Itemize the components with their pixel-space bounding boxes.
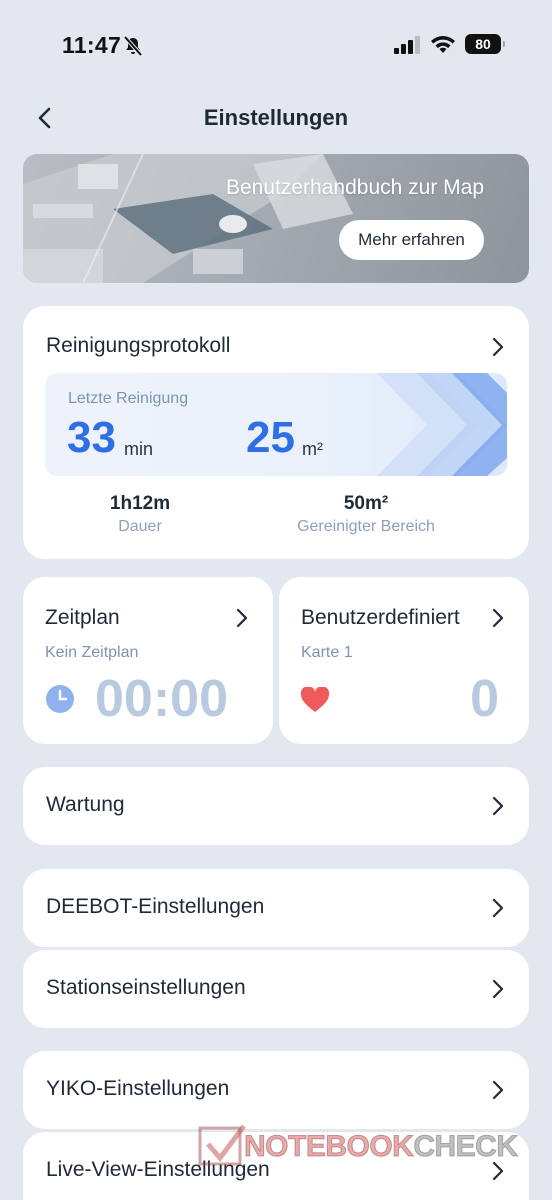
total-duration-label: Dauer (118, 518, 162, 535)
learn-more-button[interactable]: Mehr erfahren (339, 220, 484, 260)
schedule-time: 00:00 (95, 670, 228, 728)
menu-item-label: YIKO-Einstellungen (46, 1077, 230, 1100)
menu-item-label: Wartung (46, 793, 125, 816)
cellular-signal-icon (394, 36, 422, 59)
last-area-unit: m² (302, 439, 323, 459)
menu-item-station-settings[interactable]: Stationseinstellungen (23, 950, 529, 1028)
chevron-right-icon (492, 796, 504, 816)
menu-item-label: Stationseinstellungen (46, 976, 246, 999)
custom-map-label: Karte 1 (301, 644, 353, 661)
status-time: 11:47 (62, 32, 122, 58)
favorites-count: 0 (470, 670, 499, 728)
total-duration-value: 1h12m (109, 493, 171, 514)
last-duration-unit: min (124, 439, 154, 459)
nav-bar: Einstellungen (0, 95, 552, 143)
cleaning-log-card[interactable]: Reinigungsprotokoll Letzte Reinigung 33 … (23, 306, 529, 559)
menu-item-deebot-settings[interactable]: DEEBOT-Einstellungen (23, 869, 529, 947)
page-title: Einstellungen (203, 105, 349, 130)
chevron-right-icon (492, 337, 504, 357)
last-duration-value: 33 (67, 413, 116, 462)
menu-item-maintenance[interactable]: Wartung (23, 767, 529, 845)
chevron-right-icon (492, 608, 504, 628)
schedule-title: Zeitplan (45, 606, 120, 629)
menu-item-label: DEEBOT-Einstellungen (46, 895, 265, 918)
chevron-right-icon (236, 608, 248, 628)
chevron-right-icon (492, 979, 504, 999)
last-cleaning-panel: Letzte Reinigung 33 min 25 m² (45, 373, 507, 476)
custom-title: Benutzerdefiniert (301, 606, 460, 629)
map-guide-banner[interactable]: Benutzerhandbuch zur Map Mehr erfahren (23, 154, 529, 283)
schedule-card[interactable]: Zeitplan Kein Zeitplan 00:00 (23, 577, 273, 744)
heart-icon (300, 686, 330, 718)
arrow-decoration-icon (377, 373, 507, 476)
watermark-text: NOTEBOOKCHECK (243, 1130, 519, 1164)
total-area-value: 50m² (343, 493, 389, 514)
watermark-text-a: NOTEBOOK (243, 1130, 414, 1164)
status-bar: 11:47 80 (0, 0, 552, 90)
chevron-right-icon (492, 1080, 504, 1100)
last-area-value: 25 (246, 413, 295, 462)
watermark-text-b: CHECK (413, 1130, 519, 1164)
schedule-status: Kein Zeitplan (45, 644, 139, 661)
floorplan-illustration (23, 154, 353, 283)
total-area-label: Gereinigter Bereich (297, 518, 435, 535)
banner-title: Benutzerhandbuch zur Map (226, 176, 484, 199)
notebookcheck-watermark: NOTEBOOKCHECK (198, 1124, 548, 1170)
silent-bell-icon (122, 35, 144, 62)
clock-icon (45, 684, 75, 719)
cleaning-log-title: Reinigungsprotokoll (46, 334, 231, 357)
menu-item-yiko-settings[interactable]: YIKO-Einstellungen (23, 1051, 529, 1129)
custom-card[interactable]: Benutzerdefiniert Karte 1 0 (279, 577, 529, 744)
chevron-right-icon (492, 898, 504, 918)
battery-indicator: 80 (465, 34, 505, 54)
last-cleaning-label: Letzte Reinigung (68, 390, 189, 407)
checkmark-logo-icon (198, 1124, 246, 1166)
wifi-icon (430, 33, 456, 60)
